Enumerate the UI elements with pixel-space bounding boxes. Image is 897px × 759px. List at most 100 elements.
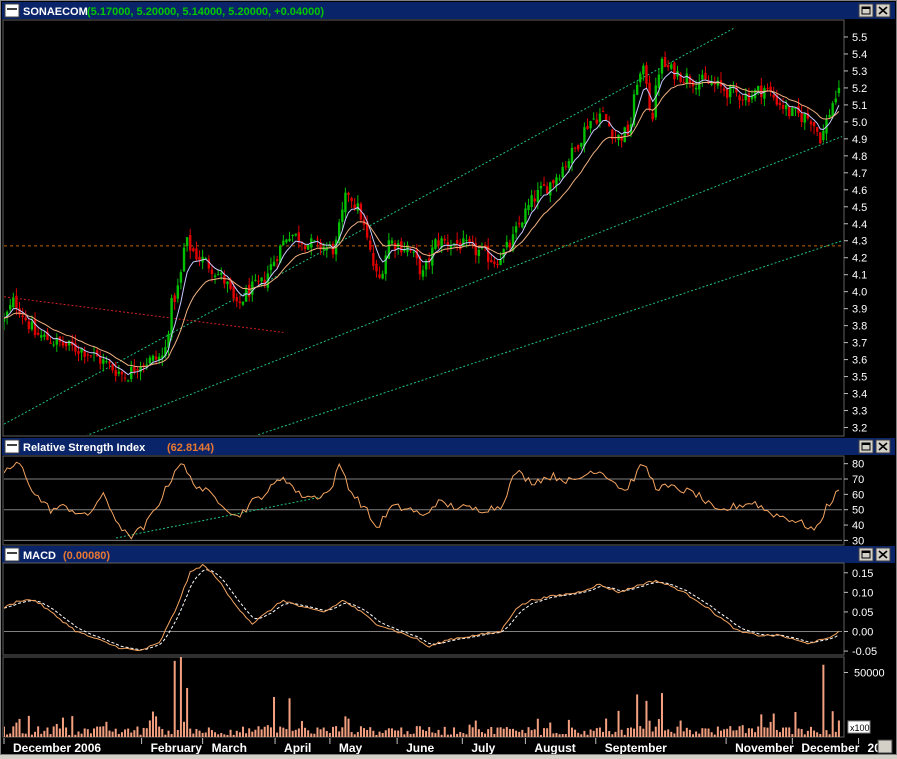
- candle-body: [682, 81, 685, 83]
- volume-bar: [788, 727, 791, 737]
- close-icon[interactable]: [875, 3, 891, 18]
- candle-body: [549, 182, 552, 196]
- volume-bar: [307, 730, 310, 737]
- volume-bar: [816, 732, 819, 737]
- volume-bar: [468, 724, 471, 737]
- rsi-tick-label: 70: [852, 474, 864, 486]
- window-menu-icon[interactable]: [4, 3, 20, 18]
- rsi-title: Relative Strength Index: [23, 442, 146, 454]
- candle-body: [108, 361, 111, 364]
- volume-bar: [775, 729, 778, 737]
- candle-body: [694, 87, 698, 90]
- volume-bar: [583, 730, 586, 737]
- volume-bar: [502, 728, 505, 737]
- macd-title-bar[interactable]: [2, 546, 895, 563]
- volume-bar: [639, 726, 642, 737]
- candle-body: [462, 238, 465, 247]
- volume-bar: [536, 718, 539, 737]
- candle-body: [111, 364, 114, 371]
- candle-body: [151, 355, 155, 361]
- volume-bar: [375, 734, 378, 737]
- x-tick-label: December 2006: [13, 741, 101, 754]
- volume-bar: [310, 733, 313, 737]
- window-menu-icon[interactable]: [4, 547, 20, 562]
- volume-bar: [285, 729, 288, 737]
- window-menu-icon[interactable]: [4, 439, 20, 454]
- candle-body: [347, 192, 350, 195]
- rsi-plot-area[interactable]: [2, 455, 845, 546]
- price-tick-label: 3.4: [852, 389, 867, 401]
- volume-bar: [297, 728, 300, 737]
- price-tick-label: 3.5: [852, 372, 867, 384]
- price-tick-label: 4.5: [852, 202, 867, 214]
- price-tick-label: 3.2: [852, 423, 867, 435]
- macd-plot-area[interactable]: [2, 562, 845, 656]
- volume-bar: [459, 731, 462, 737]
- volume-bar: [282, 727, 285, 737]
- candle-body: [772, 94, 775, 98]
- volume-bar: [319, 729, 322, 737]
- price-tick-label: 4.3: [852, 236, 867, 248]
- candle-body: [331, 243, 335, 255]
- candle-body: [89, 355, 93, 357]
- volume-bar: [136, 726, 139, 737]
- candle-body: [586, 125, 589, 129]
- volume-bar: [567, 719, 570, 737]
- volume-bar: [611, 734, 614, 737]
- maximize-icon[interactable]: [858, 547, 874, 562]
- volume-bar: [291, 730, 294, 737]
- volume-bar: [347, 718, 350, 737]
- volume-bar: [766, 727, 769, 737]
- candle-body: [381, 273, 384, 279]
- x-tick-label: February: [151, 741, 203, 754]
- candle-body: [514, 226, 518, 233]
- price-tick-label: 5.5: [852, 32, 867, 44]
- volume-bar: [189, 728, 192, 737]
- volume-bar: [670, 731, 673, 737]
- volume-bar: [800, 729, 803, 737]
- close-icon[interactable]: [875, 547, 891, 562]
- volume-plot-area[interactable]: [2, 656, 845, 738]
- volume-bar: [620, 729, 623, 737]
- candle-body: [725, 89, 729, 98]
- maximize-icon[interactable]: [858, 439, 874, 454]
- volume-bar: [750, 728, 753, 737]
- volume-bar: [679, 720, 682, 737]
- volume-bar: [791, 734, 794, 737]
- candle-body: [573, 147, 577, 149]
- volume-bar: [695, 731, 698, 737]
- volume-bar: [660, 693, 663, 737]
- volume-bar: [654, 726, 657, 737]
- volume-bar: [434, 733, 437, 737]
- candle-body: [570, 148, 574, 164]
- volume-bar: [155, 716, 158, 737]
- volume-bar: [462, 733, 465, 737]
- volume-bar: [80, 733, 83, 737]
- candle-body: [282, 240, 285, 246]
- candle-body: [533, 198, 536, 202]
- price-tick-label: 5.4: [852, 49, 867, 61]
- candle-body: [99, 356, 102, 364]
- close-icon[interactable]: [875, 439, 891, 454]
- volume-bar: [229, 729, 232, 737]
- candle-body: [154, 356, 158, 360]
- candle-body: [465, 239, 468, 241]
- candle-body: [642, 65, 645, 75]
- volume-bar: [139, 734, 142, 737]
- candle-body: [424, 260, 428, 270]
- candle-body: [493, 261, 496, 264]
- candle-body: [455, 240, 459, 244]
- volume-bar: [93, 728, 96, 737]
- volume-bar: [834, 731, 837, 737]
- volume-bar: [772, 713, 775, 737]
- candle-body: [443, 238, 446, 241]
- volume-bar: [484, 733, 487, 737]
- candle-body: [788, 106, 791, 117]
- macd-tick-label: 0.15: [852, 568, 873, 580]
- x-tick-label: September: [605, 741, 667, 754]
- volume-bar: [577, 732, 580, 737]
- maximize-icon[interactable]: [858, 3, 874, 18]
- price-tick-label: 4.1: [852, 270, 867, 282]
- candle-body: [61, 341, 65, 346]
- price-tick-label: 4.6: [852, 185, 867, 197]
